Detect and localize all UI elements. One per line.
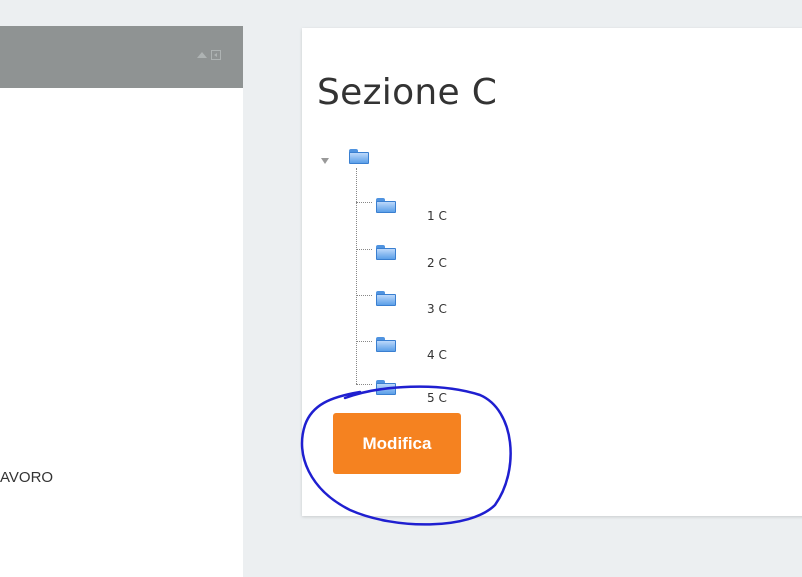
section-card: Sezione C 1 C 2 C 3 C 4 C 5 C Modifica bbox=[302, 28, 802, 516]
folder-icon bbox=[376, 337, 396, 352]
tree-expand-icon[interactable] bbox=[321, 158, 329, 164]
tree-item[interactable]: 2 C bbox=[356, 245, 476, 270]
collapse-up-icon[interactable] bbox=[197, 52, 207, 58]
left-panel-text: AVORO bbox=[0, 469, 54, 486]
tree-item[interactable]: 4 C bbox=[356, 337, 476, 362]
tree-item-label[interactable]: 4 C bbox=[427, 348, 447, 362]
modifica-button[interactable]: Modifica bbox=[333, 413, 461, 474]
tree-item-label[interactable]: 5 C bbox=[427, 391, 447, 405]
root-folder-icon[interactable] bbox=[349, 149, 369, 164]
left-panel: AVORO bbox=[0, 26, 243, 577]
tree-item-label[interactable]: 3 C bbox=[427, 302, 447, 316]
tree-item[interactable]: 5 C bbox=[356, 380, 476, 405]
tree-item[interactable]: 3 C bbox=[356, 291, 476, 316]
folder-icon bbox=[376, 245, 396, 260]
folder-icon bbox=[376, 198, 396, 213]
header-icons bbox=[197, 50, 221, 60]
tree-item[interactable]: 1 C bbox=[356, 198, 476, 223]
tree-item-label[interactable]: 2 C bbox=[427, 256, 447, 270]
folder-icon bbox=[376, 380, 396, 395]
section-title: Sezione C bbox=[317, 72, 498, 113]
left-panel-header bbox=[0, 26, 243, 88]
folder-icon bbox=[376, 291, 396, 306]
panel-toggle-icon[interactable] bbox=[211, 50, 221, 60]
tree-item-label[interactable]: 1 C bbox=[427, 209, 447, 223]
